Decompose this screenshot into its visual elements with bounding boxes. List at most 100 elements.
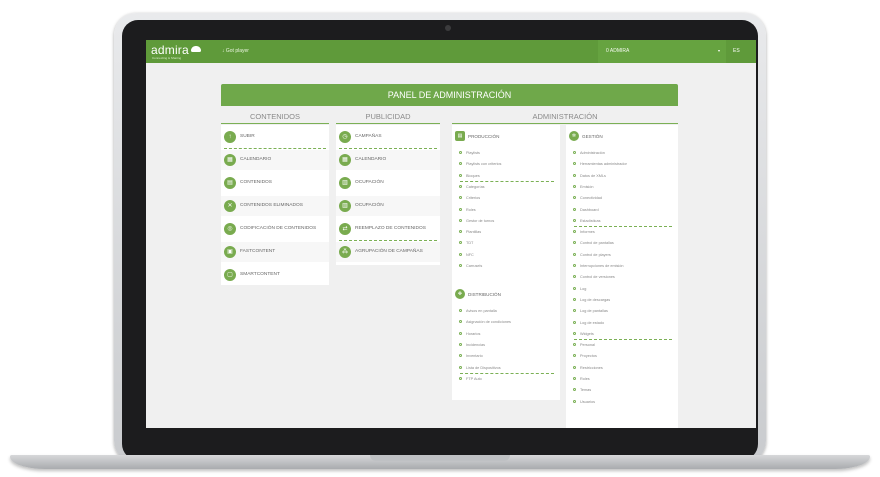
content-icon: ▤ xyxy=(224,177,236,189)
list-item-label: Widgets xyxy=(580,331,594,336)
bullet-icon xyxy=(573,377,576,380)
publicidad-calendario[interactable]: ▦ CALENDARIO xyxy=(336,150,440,170)
list-item[interactable]: Control de versiones xyxy=(566,272,678,283)
list-item-label: Log xyxy=(580,286,587,291)
list-item[interactable]: Usuarios xyxy=(566,397,678,408)
list-item[interactable]: FTP Auto xyxy=(452,374,560,385)
laptop-notch xyxy=(370,455,510,461)
bullet-icon xyxy=(573,331,576,335)
list-item[interactable]: Playlists xyxy=(452,148,560,159)
list-item[interactable]: Asignación de condiciones xyxy=(452,317,560,328)
bullet-icon xyxy=(573,173,576,177)
publicidad-agrupacion[interactable]: ⁂ AGRUPACIÓN DE CAMPAÑAS xyxy=(336,242,440,262)
list-item[interactable]: NFC xyxy=(452,250,560,261)
list-item-label: Estadísticas xyxy=(580,218,601,223)
download-arrow-icon: ↓ xyxy=(222,48,225,54)
list-item[interactable]: Roles xyxy=(452,205,560,216)
list-item[interactable]: Personal xyxy=(566,340,678,351)
contenidos-subir[interactable]: ↑ SUBIR xyxy=(221,127,329,147)
list-item[interactable]: Carrusels xyxy=(452,261,560,272)
language-selector[interactable]: ES xyxy=(733,48,740,54)
list-item[interactable]: Dashboard xyxy=(566,205,678,216)
bullet-icon xyxy=(573,162,576,166)
distribucion-header[interactable]: ✥ DISTRIBUCIÓN xyxy=(452,285,560,304)
encode-icon: ◎ xyxy=(224,223,236,235)
list-item[interactable]: Control de pantallas xyxy=(566,238,678,249)
list-item[interactable]: Control de players xyxy=(566,250,678,261)
list-item[interactable]: Log xyxy=(566,284,678,295)
list-item[interactable]: Playlists con criterios xyxy=(452,159,560,170)
list-item-label: Log de estado xyxy=(580,320,605,325)
admira-logo[interactable]: admira xyxy=(151,43,201,57)
produccion-header[interactable]: ▤ PRODUCCIÓN xyxy=(452,127,560,146)
bullet-icon xyxy=(573,184,576,188)
list-item[interactable]: Interrupciones de emisión xyxy=(566,261,678,272)
smartcontent-icon: ▢ xyxy=(224,269,236,281)
divider xyxy=(336,123,440,124)
list-item-label: Carrusels xyxy=(466,264,483,268)
production-icon: ▤ xyxy=(455,131,465,141)
bullet-icon xyxy=(573,309,576,313)
list-item[interactable]: Datos de XMLs xyxy=(566,171,678,182)
list-item[interactable]: Log de descargas xyxy=(566,295,678,306)
gestion-header[interactable]: ✲ GESTIÓN xyxy=(566,127,678,146)
list-item[interactable]: Conectividad xyxy=(566,193,678,204)
bullet-icon xyxy=(573,297,576,301)
list-item[interactable]: Gestor de turnos xyxy=(452,216,560,227)
list-item[interactable]: Incidencias xyxy=(452,340,560,351)
list-item-label: Informes xyxy=(580,230,595,235)
contenidos-smartcontent[interactable]: ▢ SMARTCONTENT xyxy=(221,265,329,285)
contenidos-fastcontent[interactable]: ▣ FASTCONTENT xyxy=(221,242,329,262)
got-player-link[interactable]: ↓ Got player xyxy=(222,48,249,54)
section-label: GESTIÓN xyxy=(582,134,603,139)
chevron-down-icon: ▾ xyxy=(718,48,721,53)
top-bar: admira Connecting & Sharing ↓ Got player… xyxy=(146,40,756,63)
list-item-label: Proyectos xyxy=(580,354,597,359)
list-item[interactable]: Inventario xyxy=(452,351,560,362)
bullet-icon xyxy=(573,196,576,200)
list-item-label: Playlists xyxy=(466,151,480,155)
list-item[interactable]: Criterios xyxy=(452,193,560,204)
card-label: OCUPACIÓN xyxy=(355,180,384,185)
card-label: SMARTCONTENT xyxy=(240,272,280,277)
section-label: DISTRIBUCIÓN xyxy=(468,292,501,297)
account-selector[interactable]: 0 ADMIRA ▾ xyxy=(598,40,726,63)
list-item[interactable]: Bloques xyxy=(452,171,560,182)
publicidad-column: ◷ CAMPAÑAS ▦ CALENDARIO ▥ OCUPACIÓN ▥ OCUPAC… xyxy=(336,125,440,265)
list-item-label: Usuarios xyxy=(580,399,595,404)
list-item[interactable]: Restricciones xyxy=(566,363,678,374)
contenidos-contenidos[interactable]: ▤ CONTENIDOS xyxy=(221,173,329,193)
panel-title: PANEL DE ADMINISTRACIÓN xyxy=(221,84,678,106)
bullet-icon xyxy=(573,218,576,222)
publicidad-ocupacion-1[interactable]: ▥ OCUPACIÓN xyxy=(336,173,440,193)
contenidos-eliminados[interactable]: ✕ CONTENIDOS ELIMINADOS xyxy=(221,196,329,216)
list-item[interactable]: Emisión xyxy=(566,182,678,193)
list-item-label: Administración xyxy=(580,151,605,155)
list-item[interactable]: Temas xyxy=(566,385,678,396)
list-item[interactable]: Estadísticas xyxy=(566,216,678,227)
list-item[interactable]: Lista de Dispositivos xyxy=(452,363,560,374)
list-item[interactable]: Widgets xyxy=(566,329,678,340)
list-item[interactable]: Categorías xyxy=(452,182,560,193)
list-item[interactable]: Log de pantallas xyxy=(566,306,678,317)
list-item[interactable]: Log de estado xyxy=(566,318,678,329)
camera-icon xyxy=(445,25,451,31)
list-item[interactable]: Plantillas xyxy=(452,227,560,238)
replace-icon: ⇄ xyxy=(339,223,351,235)
list-item[interactable]: Administración xyxy=(566,148,678,159)
publicidad-ocupacion-2[interactable]: ▥ OCUPACIÓN xyxy=(336,196,440,216)
list-item[interactable]: TDT xyxy=(452,238,560,249)
list-item[interactable]: Informes xyxy=(566,227,678,238)
list-item[interactable]: Proyectos xyxy=(566,351,678,362)
publicidad-campanas[interactable]: ◷ CAMPAÑAS xyxy=(336,127,440,147)
list-item[interactable]: Roles xyxy=(566,374,678,385)
publicidad-reemplazo[interactable]: ⇄ REEMPLAZO DE CONTENIDOS xyxy=(336,219,440,239)
list-item[interactable]: Horarios xyxy=(452,329,560,340)
card-label: CODIFICACIÓN DE CONTENIDOS xyxy=(240,226,317,231)
bullet-icon xyxy=(459,309,462,312)
list-item[interactable]: Herramientas administrador xyxy=(566,159,678,170)
contenidos-codificacion[interactable]: ◎ CODIFICACIÓN DE CONTENIDOS xyxy=(221,219,329,239)
logo-tagline: Connecting & Sharing xyxy=(152,56,182,60)
contenidos-calendario[interactable]: ▦ CALENDARIO xyxy=(221,150,329,170)
list-item[interactable]: Avisos en pantalla xyxy=(452,306,560,317)
